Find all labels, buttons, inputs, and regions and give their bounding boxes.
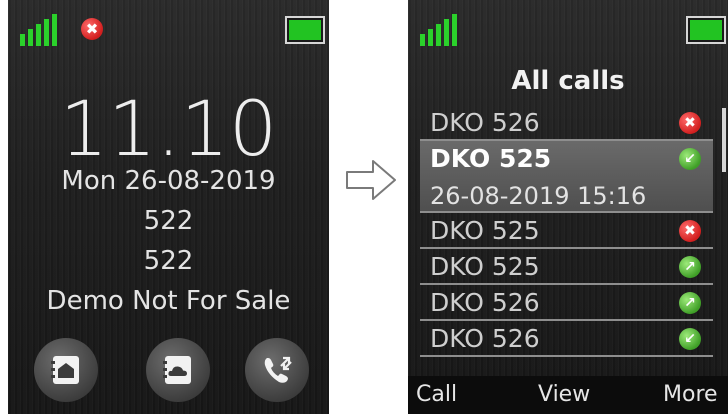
date-label: Mon 26-08-2019 bbox=[61, 166, 276, 196]
call-row[interactable]: DKO 526 ✖ bbox=[420, 105, 713, 141]
battery-icon bbox=[686, 16, 726, 44]
call-list-screen: All calls DKO 526 ✖ DKO 525 ↙ 26-08-2019… bbox=[408, 0, 728, 414]
signal-strength-icon bbox=[20, 14, 57, 46]
call-row[interactable]: DKO 526 ↙ bbox=[420, 321, 713, 357]
softkey-bar: Call View More bbox=[408, 376, 728, 414]
call-list: DKO 526 ✖ DKO 525 ↙ 26-08-2019 15:16 DKO… bbox=[420, 105, 713, 357]
call-row[interactable]: DKO 525 ↗ bbox=[420, 249, 713, 285]
extension-label: 522 bbox=[143, 206, 194, 236]
error-icon: ✖ bbox=[81, 18, 103, 40]
call-name: DKO 526 bbox=[430, 288, 540, 317]
more-softkey[interactable]: More bbox=[663, 382, 718, 407]
incoming-call-icon: ↙ bbox=[679, 328, 701, 350]
clock-time: 11.10 bbox=[59, 84, 278, 173]
list-title: All calls bbox=[511, 66, 625, 96]
transition-arrow-icon bbox=[346, 160, 396, 200]
outgoing-call-icon: ↗ bbox=[679, 292, 701, 314]
call-datetime: 26-08-2019 15:16 bbox=[430, 182, 647, 210]
cloud-contacts-icon[interactable] bbox=[146, 338, 210, 402]
missed-call-icon: ✖ bbox=[679, 220, 701, 242]
phonebook-icon[interactable] bbox=[34, 338, 98, 402]
call-name: DKO 526 bbox=[430, 108, 540, 137]
missed-call-icon: ✖ bbox=[679, 112, 701, 134]
view-softkey[interactable]: View bbox=[538, 382, 590, 407]
demo-banner: Demo Not For Sale bbox=[46, 286, 291, 316]
signal-strength-icon bbox=[420, 14, 457, 46]
scrollbar[interactable] bbox=[722, 108, 726, 172]
call-name: DKO 525 bbox=[430, 252, 540, 281]
idle-screen: ✖ 11.10 Mon 26-08-2019 522 522 Demo Not … bbox=[8, 0, 329, 414]
incoming-call-icon: ↙ bbox=[679, 148, 701, 170]
call-softkey[interactable]: Call bbox=[416, 382, 457, 407]
outgoing-call-icon: ↗ bbox=[679, 256, 701, 278]
call-row-selected[interactable]: DKO 525 ↙ 26-08-2019 15:16 bbox=[420, 141, 713, 213]
call-row[interactable]: DKO 525 ✖ bbox=[420, 213, 713, 249]
call-row[interactable]: DKO 526 ↗ bbox=[420, 285, 713, 321]
battery-icon bbox=[285, 16, 325, 44]
call-name: DKO 526 bbox=[430, 324, 540, 353]
extension-label-2: 522 bbox=[143, 246, 194, 276]
call-name: DKO 525 bbox=[430, 216, 540, 245]
call-log-icon[interactable] bbox=[245, 338, 309, 402]
call-name: DKO 525 bbox=[430, 144, 552, 173]
